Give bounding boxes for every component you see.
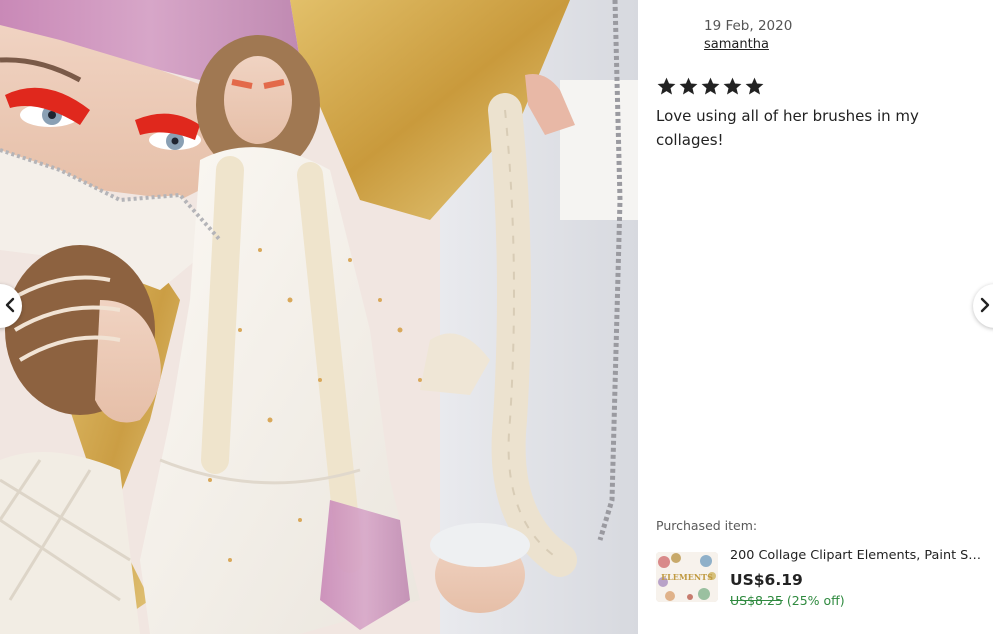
purchased-item-thumbnail[interactable]: ELEMENTS	[656, 552, 718, 602]
purchased-item-label: Purchased item:	[656, 518, 758, 533]
price-discount-line: US$8.25 (25% off)	[730, 593, 845, 608]
review-text: Love using all of her brushes in my coll…	[656, 107, 919, 149]
chevron-left-icon	[5, 297, 15, 313]
reviewer-name-link[interactable]: samantha	[704, 37, 769, 52]
item-price: US$6.19	[730, 571, 803, 589]
star-rating	[656, 76, 765, 98]
purchased-item-title-link[interactable]: 200 Collage Clipart Elements, Paint St..…	[730, 548, 982, 563]
review-panel: 19 Feb, 2020 samantha Love using all of …	[656, 0, 982, 634]
star-icon	[679, 77, 698, 95]
star-icon	[723, 77, 742, 95]
collage-image	[0, 0, 638, 634]
review-date: 19 Feb, 2020	[704, 18, 793, 34]
next-photo-button[interactable]	[973, 284, 993, 328]
item-thumbnail-image: ELEMENTS	[656, 552, 718, 602]
star-icon	[701, 77, 720, 95]
star-icon	[657, 77, 676, 95]
discount-percent: (25% off)	[786, 593, 845, 608]
star-icon	[745, 77, 764, 95]
chevron-right-icon	[980, 297, 990, 313]
review-photo	[0, 0, 638, 634]
original-price: US$8.25	[730, 593, 783, 608]
thumbnail-text: ELEMENTS	[661, 572, 713, 582]
